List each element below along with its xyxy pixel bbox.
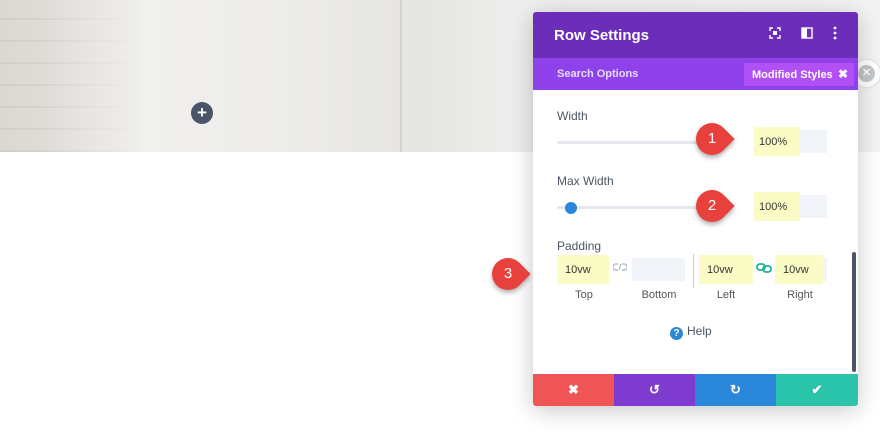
checkmark-icon: ✔ xyxy=(811,382,823,397)
help-link[interactable]: ? Help xyxy=(670,324,712,340)
save-button[interactable]: ✔ xyxy=(776,374,858,406)
unlink-icon[interactable] xyxy=(612,262,628,275)
padding-divider xyxy=(693,254,694,288)
padding-right-label: Right xyxy=(787,289,813,301)
modified-styles-label: Modified Styles xyxy=(752,69,833,81)
close-icon: ✖ xyxy=(568,382,579,397)
expand-icon[interactable] xyxy=(766,26,784,44)
redo-button[interactable]: ↻ xyxy=(695,374,776,406)
callout-number-2: 2 xyxy=(707,197,717,214)
width-value: 100% xyxy=(759,136,788,148)
more-vertical-icon[interactable] xyxy=(826,26,844,44)
padding-bottom-input[interactable] xyxy=(632,258,685,281)
add-module-button[interactable]: + xyxy=(191,102,213,124)
callout-number-1: 1 xyxy=(707,130,717,147)
help-icon: ? xyxy=(670,327,683,340)
padding-left-value: 10vw xyxy=(707,264,733,276)
padding-top-input[interactable]: 10vw xyxy=(557,255,609,284)
padding-top-value: 10vw xyxy=(565,264,591,276)
redo-icon: ↻ xyxy=(730,382,741,397)
options-bar: Search Options Modified Styles ✖ xyxy=(533,58,858,90)
padding-left-input[interactable]: 10vw xyxy=(699,255,753,284)
modal-header: Row Settings xyxy=(533,12,858,58)
padding-right-input[interactable]: 10vw xyxy=(775,255,827,284)
callout-number-3: 3 xyxy=(503,265,513,282)
width-label: Width xyxy=(557,109,588,123)
close-icon[interactable]: ✖ xyxy=(838,67,848,81)
modified-styles-filter[interactable]: Modified Styles ✖ xyxy=(744,63,854,86)
search-options-input[interactable]: Search Options xyxy=(557,68,638,80)
max-width-slider-handle[interactable] xyxy=(565,202,578,214)
split-view-icon[interactable] xyxy=(798,26,816,44)
help-label: Help xyxy=(687,324,712,338)
padding-top-label: Top xyxy=(575,289,593,301)
modal-footer: ✖ ↺ ↻ ✔ xyxy=(533,374,858,406)
close-icon: ✕ xyxy=(858,65,875,82)
padding-left-label: Left xyxy=(716,289,736,301)
link-icon[interactable] xyxy=(756,262,772,277)
scrollbar[interactable] xyxy=(852,252,856,372)
background-pole xyxy=(400,0,402,152)
padding-right-value: 10vw xyxy=(783,264,809,276)
max-width-value: 100% xyxy=(759,201,788,213)
max-width-label: Max Width xyxy=(557,174,614,188)
padding-label: Padding xyxy=(557,239,602,253)
undo-button[interactable]: ↺ xyxy=(614,374,695,406)
max-width-input[interactable]: 100% xyxy=(754,192,827,221)
undo-icon: ↺ xyxy=(649,382,660,397)
cancel-button[interactable]: ✖ xyxy=(533,374,614,406)
width-input[interactable]: 100% xyxy=(754,127,827,156)
background-wall-fade xyxy=(40,0,140,152)
modal-title: Row Settings xyxy=(554,27,650,44)
padding-bottom-label: Bottom xyxy=(641,289,677,301)
